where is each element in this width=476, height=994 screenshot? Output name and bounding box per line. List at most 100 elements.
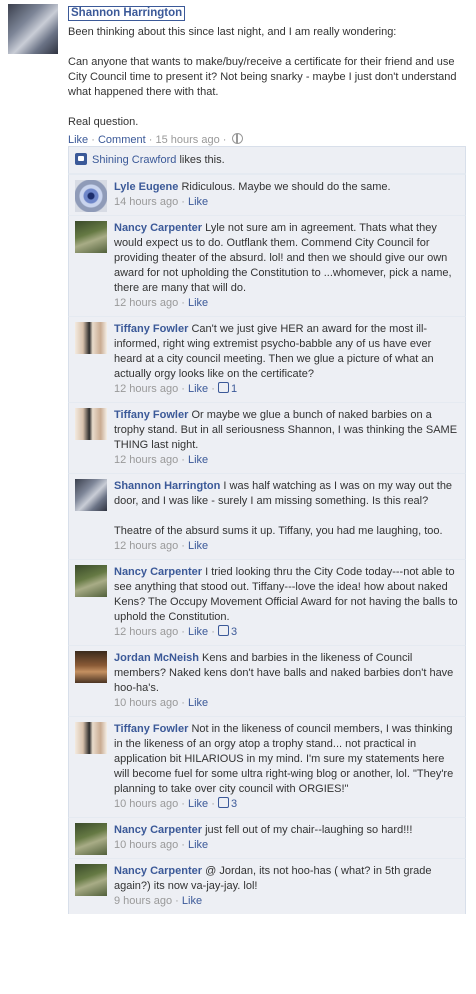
comment-timestamp[interactable]: 12 hours ago [114,383,178,395]
comment-like-count[interactable]: 3 [217,797,238,810]
like-count: 3 [230,798,238,810]
comment-item: Tiffany Fowler Not in the likeness of co… [68,716,466,817]
comment-text: Ridiculous. Maybe we should do the same. [181,181,391,193]
commenter-avatar[interactable] [75,565,107,597]
comment-meta: 12 hours ago · Like · 3 [114,625,459,640]
post-like-link[interactable]: Like [68,134,88,146]
comment-timestamp[interactable]: 12 hours ago [114,626,178,638]
comment-meta: 12 hours ago · Like · 1 [114,382,459,397]
thumbs-up-icon [75,153,87,165]
thumbs-up-icon [217,797,229,808]
comment-meta: 12 hours ago · Like [114,453,459,468]
separator: · [178,626,188,638]
comment-timestamp[interactable]: 10 hours ago [114,697,178,709]
post-text: Been thinking about this since last nigh… [68,26,457,128]
commenter-name-link[interactable]: Tiffany Fowler [114,723,188,735]
separator: · [178,540,188,552]
commenter-avatar[interactable] [75,479,107,511]
comment-meta: 9 hours ago · Like [114,894,459,909]
commenter-avatar[interactable] [75,180,107,212]
comment-item: Lyle Eugene Ridiculous. Maybe we should … [68,174,466,215]
commenter-name-link[interactable]: Nancy Carpenter [114,222,202,234]
commenter-avatar[interactable] [75,221,107,253]
separator: · [172,895,182,907]
comment-timestamp[interactable]: 12 hours ago [114,454,178,466]
comments-section: Shining Crawford likes this. Lyle Eugene… [68,146,466,914]
separator: · [178,297,188,309]
comment-timestamp[interactable]: 14 hours ago [114,196,178,208]
separator: · [178,798,188,810]
comment-timestamp[interactable]: 12 hours ago [114,540,178,552]
comment-timestamp[interactable]: 10 hours ago [114,798,178,810]
comment-item: Tiffany Fowler Or maybe we glue a bunch … [68,402,466,473]
comment-item: Jordan McNeish Kens and barbies in the l… [68,645,466,716]
globe-icon[interactable] [232,133,244,144]
comment-list: Lyle Eugene Ridiculous. Maybe we should … [68,174,466,914]
comment-body: Nancy Carpenter Lyle not sure am in agre… [114,216,465,316]
comment-text: just fell out of my chair--laughing so h… [205,824,413,836]
likes-row: Shining Crawford likes this. [68,146,466,174]
comment-timestamp[interactable]: 10 hours ago [114,839,178,851]
comment-meta: 12 hours ago · Like [114,296,459,311]
comment-like-link[interactable]: Like [188,196,208,208]
comment-body: Lyle Eugene Ridiculous. Maybe we should … [114,175,465,215]
comment-like-link[interactable]: Like [188,454,208,466]
separator: · [208,383,218,395]
comment-meta: 14 hours ago · Like [114,195,459,210]
comment-like-count[interactable]: 1 [217,382,237,395]
commenter-avatar[interactable] [75,864,107,896]
commenter-avatar[interactable] [75,823,107,855]
commenter-name-link[interactable]: Nancy Carpenter [114,566,202,578]
comment-item: Nancy Carpenter I tried looking thru the… [68,559,466,645]
comment-body: Tiffany Fowler Not in the likeness of co… [114,717,465,817]
liker-name-link[interactable]: Shining Crawford [92,154,176,166]
comment-meta: 10 hours ago · Like · 3 [114,797,459,812]
comment-like-link[interactable]: Like [188,383,208,395]
comment-body: Nancy Carpenter @ Jordan, its not hoo-ha… [114,859,465,914]
commenter-name-link[interactable]: Tiffany Fowler [114,409,188,421]
commenter-avatar[interactable] [75,408,107,440]
comment-like-link[interactable]: Like [188,297,208,309]
thumbs-up-icon [217,382,229,393]
comment-like-link[interactable]: Like [188,697,208,709]
comment-item: Nancy Carpenter @ Jordan, its not hoo-ha… [68,858,466,914]
post-body: Shannon Harrington Been thinking about t… [68,6,468,148]
separator: · [91,134,98,146]
comment-item: Shannon Harrington I was half watching a… [68,473,466,559]
comment-like-link[interactable]: Like [188,540,208,552]
comment-like-link[interactable]: Like [188,626,208,638]
separator: · [178,839,188,851]
comment-meta: 10 hours ago · Like [114,696,459,711]
post-author-link[interactable]: Shannon Harrington [68,6,186,21]
commenter-name-link[interactable]: Shannon Harrington [114,480,220,492]
comment-body: Tiffany Fowler Or maybe we glue a bunch … [114,403,465,473]
comment-item: Nancy Carpenter Lyle not sure am in agre… [68,215,466,316]
author-avatar[interactable] [8,4,58,54]
thumbs-up-icon [217,625,229,636]
commenter-avatar[interactable] [75,722,107,754]
commenter-avatar[interactable] [75,322,107,354]
comment-item: Nancy Carpenter just fell out of my chai… [68,817,466,858]
comment-body: Nancy Carpenter just fell out of my chai… [114,818,465,858]
comment-timestamp[interactable]: 9 hours ago [114,895,172,907]
post-comment-link[interactable]: Comment [98,134,146,146]
comment-like-count[interactable]: 3 [217,625,238,638]
commenter-name-link[interactable]: Jordan McNeish [114,652,199,664]
commenter-name-link[interactable]: Lyle Eugene [114,181,178,193]
commenter-name-link[interactable]: Nancy Carpenter [114,824,202,836]
comment-like-link[interactable]: Like [188,839,208,851]
comment-body: Jordan McNeish Kens and barbies in the l… [114,646,465,716]
comment-timestamp[interactable]: 12 hours ago [114,297,178,309]
comment-body: Shannon Harrington I was half watching a… [114,474,465,559]
like-count: 3 [230,626,238,638]
commenter-name-link[interactable]: Tiffany Fowler [114,323,188,335]
separator: · [208,798,218,810]
comment-like-link[interactable]: Like [188,798,208,810]
commenter-name-link[interactable]: Nancy Carpenter [114,865,202,877]
post-timestamp[interactable]: 15 hours ago [155,134,219,146]
separator: · [222,134,230,146]
commenter-avatar[interactable] [75,651,107,683]
separator: · [178,196,188,208]
comment-body: Tiffany Fowler Can't we just give HER an… [114,317,465,402]
comment-like-link[interactable]: Like [182,895,202,907]
